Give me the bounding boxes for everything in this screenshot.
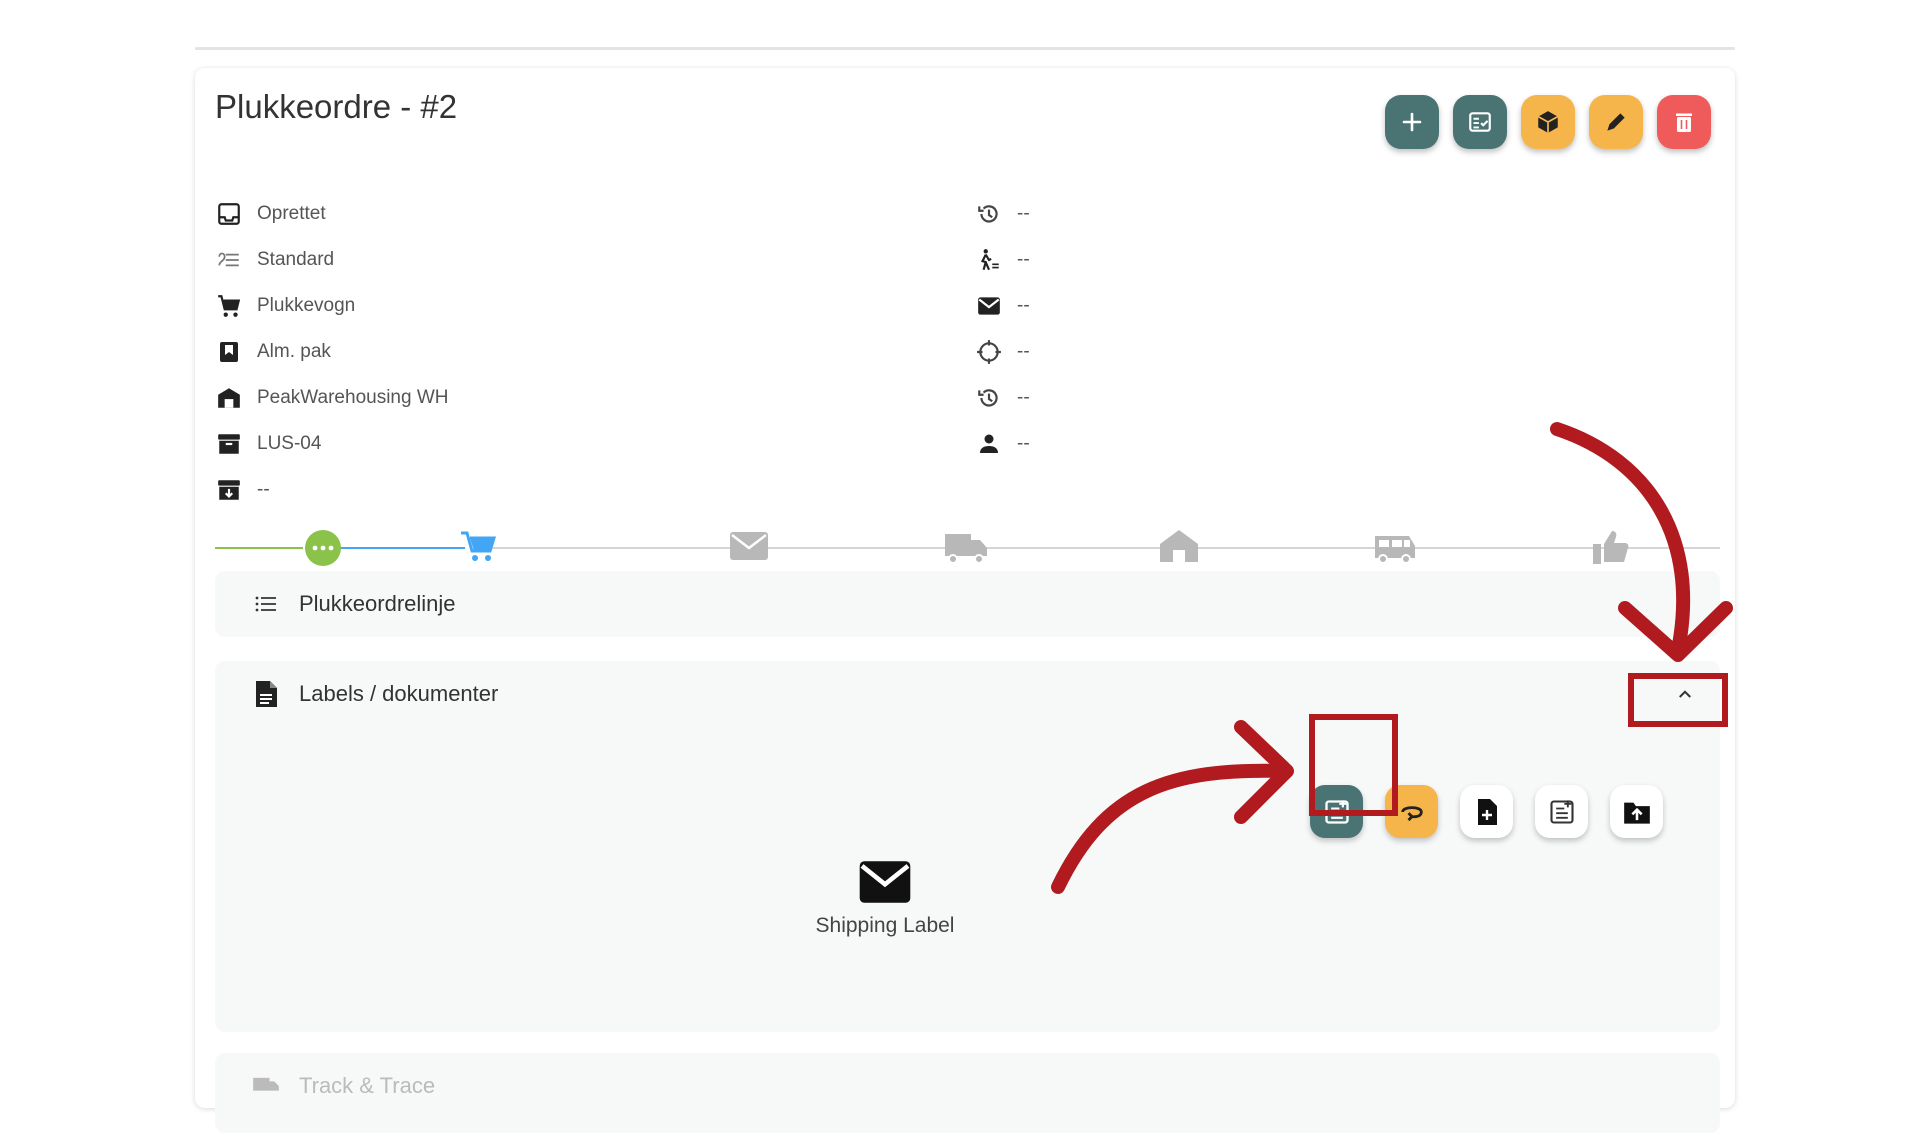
arrow-curve-top xyxy=(1550,422,1691,657)
annotation-arrows xyxy=(1051,422,1733,894)
arrow-curve-left xyxy=(1051,763,1290,894)
